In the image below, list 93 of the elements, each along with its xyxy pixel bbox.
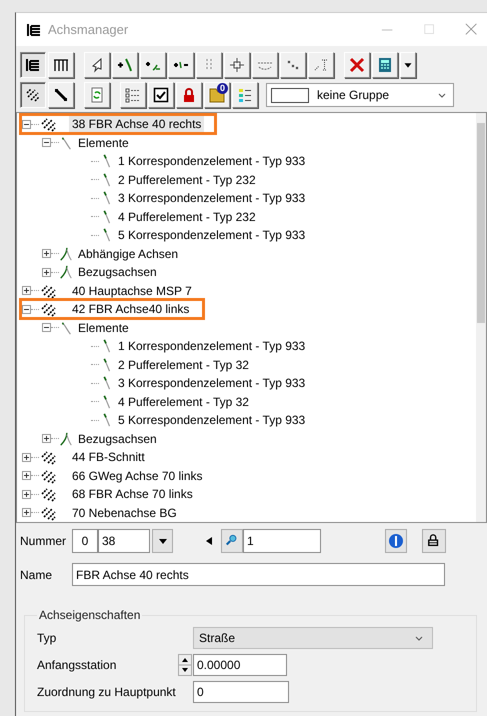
- curve-icon: [59, 430, 73, 447]
- search-button[interactable]: [221, 529, 243, 553]
- add-curve-icon: [117, 57, 133, 73]
- tree-item[interactable]: 2 Pufferelement - Typ 32: [115, 356, 252, 373]
- station-field[interactable]: 0.00000: [193, 654, 287, 676]
- toolbar-button[interactable]: [20, 82, 46, 108]
- tree-item[interactable]: 1 Korrespondenzelement - Typ 933: [115, 338, 308, 354]
- tree-item[interactable]: 3 Korrespondenzelement - Typ 933: [115, 375, 308, 392]
- prefix-field[interactable]: 0: [72, 529, 98, 553]
- scrollbar[interactable]: [476, 113, 486, 522]
- app-icon: [26, 22, 42, 38]
- spin-buttons: [178, 654, 192, 676]
- field-label: Name: [20, 568, 54, 582]
- axis-icon: [39, 301, 57, 318]
- toolbar-button[interactable]: [20, 52, 46, 78]
- collapse-icon[interactable]: [42, 138, 51, 148]
- lock-button[interactable]: [422, 529, 446, 553]
- tree-item[interactable]: 5 Korrespondenzelement - Typ 933: [115, 412, 308, 428]
- tree-item[interactable]: 66 GWeg Achse 70 links: [69, 468, 206, 484]
- refresh-icon: [89, 87, 105, 103]
- text-marker-icon: [313, 57, 329, 73]
- tree-item[interactable]: 68 FBR Achse 70 links: [69, 486, 196, 502]
- color-swatch: [271, 88, 309, 102]
- tree-item[interactable]: Abhängige Achsen: [75, 246, 182, 262]
- search-icon: [225, 534, 239, 548]
- tree-item[interactable]: 3 Korrespondenzelement - Typ 933: [115, 190, 308, 206]
- collapse-icon[interactable]: [22, 120, 31, 129]
- tree-item[interactable]: 4 Pufferelement - Typ 32: [115, 394, 252, 410]
- table-icon: [53, 57, 69, 73]
- tree-item[interactable]: 70 Nebenachse BG: [69, 504, 180, 521]
- color-list-icon: [237, 87, 253, 103]
- delete-icon: [349, 57, 365, 73]
- expand-icon[interactable]: [22, 508, 31, 518]
- axis-icon: [39, 504, 57, 521]
- info-button[interactable]: [385, 529, 407, 553]
- curve-icon: [59, 264, 73, 280]
- tree-item[interactable]: 2 Pufferelement - Typ 232: [115, 172, 259, 188]
- toolbar-button[interactable]: 0: [204, 82, 230, 108]
- expand-icon[interactable]: [42, 249, 51, 258]
- close-icon[interactable]: [465, 22, 479, 36]
- field-label: Typ: [37, 630, 58, 644]
- list-icon: [125, 87, 141, 103]
- name-field[interactable]: FBR Achse 40 rechts: [72, 563, 445, 586]
- expand-icon[interactable]: [22, 471, 31, 480]
- info-icon: [388, 533, 404, 549]
- field-label: Anfangsstation: [37, 658, 118, 672]
- tree-item[interactable]: 44 FB-Schnitt: [69, 449, 148, 466]
- tree-item[interactable]: Elemente: [75, 134, 132, 151]
- dropdown-button[interactable]: [152, 529, 173, 553]
- lock-icon: [181, 87, 197, 103]
- tree-item[interactable]: 38 FBR Achse 40 rechts: [69, 116, 204, 132]
- window-title: Achsmanager: [48, 22, 130, 37]
- group-title: Achseigenschaften: [38, 608, 142, 622]
- checkbox-icon: [153, 87, 169, 103]
- type-select[interactable]: Straße: [193, 626, 433, 648]
- tree-item[interactable]: Bezugsachsen: [75, 264, 160, 280]
- tree-item[interactable]: 5 Korrespondenzelement - Typ 933: [115, 227, 308, 244]
- expand-icon[interactable]: [42, 268, 51, 277]
- group-select[interactable]: keine Gruppe: [266, 83, 454, 107]
- tree-item[interactable]: Bezugsachsen: [75, 430, 160, 447]
- calculator-icon: [377, 57, 393, 73]
- collapse-icon[interactable]: [42, 323, 51, 332]
- curve-icon: [59, 134, 73, 151]
- collapse-icon[interactable]: [22, 304, 31, 314]
- left-triangle-icon[interactable]: [205, 536, 213, 546]
- search-field[interactable]: 1: [243, 529, 321, 553]
- axis-icon: [39, 116, 57, 132]
- tree-item[interactable]: Elemente: [75, 320, 132, 336]
- axis-icon: [39, 486, 57, 502]
- axis-icon: [39, 449, 57, 466]
- tree-item[interactable]: 4 Pufferelement - Typ 232: [115, 208, 259, 225]
- lock-icon: [427, 534, 441, 548]
- expand-icon[interactable]: [42, 434, 51, 444]
- expand-icon[interactable]: [22, 286, 31, 296]
- curve-icon: [59, 246, 73, 262]
- tree-item[interactable]: 40 Hauptachse MSP 7: [69, 282, 195, 299]
- expand-icon[interactable]: [22, 452, 31, 462]
- field-label: Zuordnung zu Hauptpunkt: [37, 684, 177, 698]
- field-label: Nummer: [20, 534, 68, 548]
- curve-icon: [59, 320, 73, 336]
- axis-icon: [25, 87, 41, 103]
- element-icon: [53, 87, 69, 103]
- tree-item[interactable]: 42 FBR Achse40 links: [69, 301, 192, 318]
- count-badge: 0: [217, 83, 228, 94]
- number-field[interactable]: 38: [98, 529, 150, 553]
- expand-icon[interactable]: [22, 490, 31, 499]
- crosshair-icon: [229, 57, 245, 73]
- tree-view-icon: [25, 57, 41, 73]
- mainpoint-field[interactable]: 0: [193, 680, 289, 702]
- caret-icon: [158, 536, 168, 546]
- tree-item[interactable]: 1 Korrespondenzelement - Typ 933: [115, 153, 308, 170]
- axis-icon: [39, 282, 57, 299]
- axis-icon: [39, 468, 57, 484]
